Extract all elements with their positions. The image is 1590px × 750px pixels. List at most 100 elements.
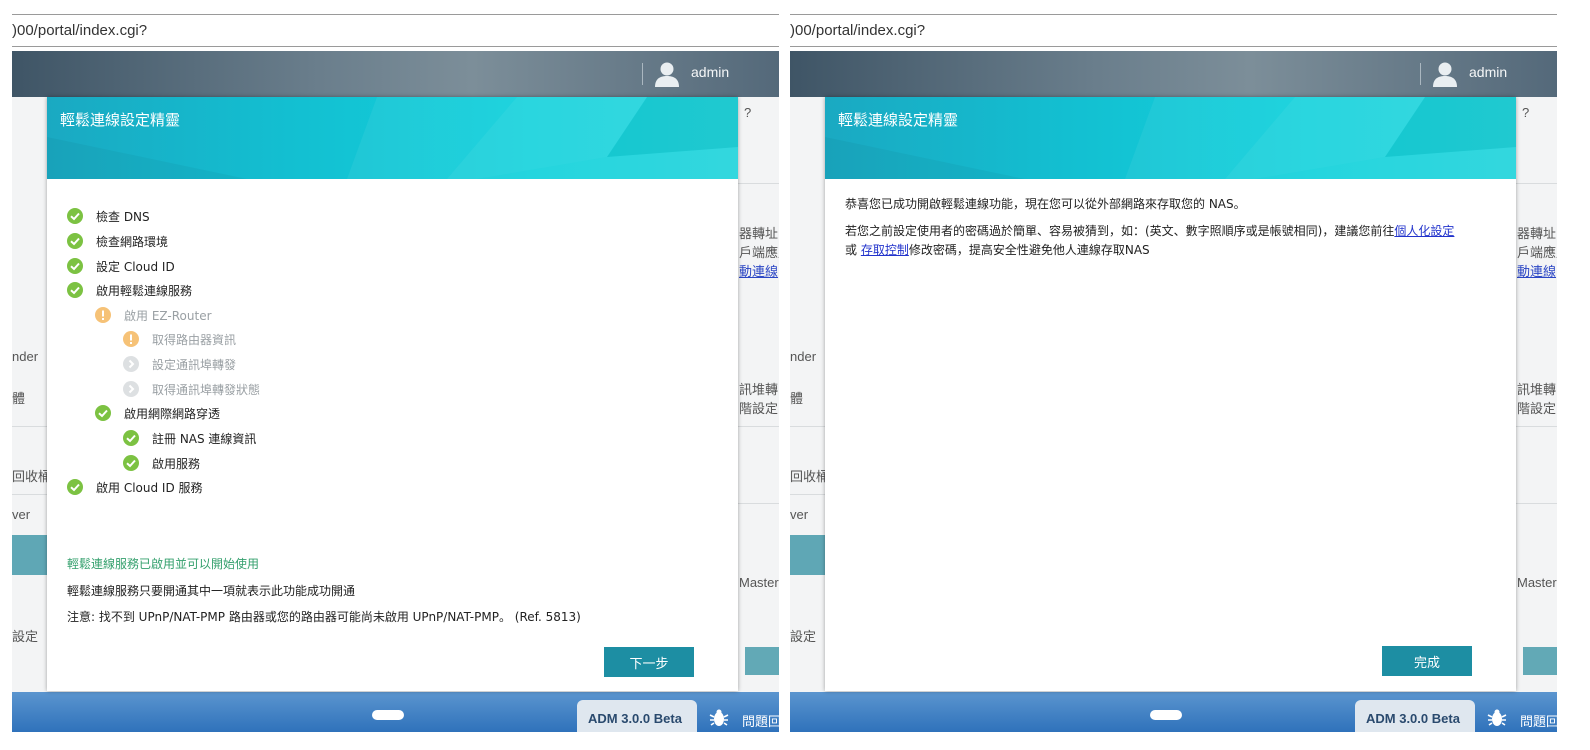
skipped-circle-icon xyxy=(123,381,139,397)
check-circle-icon xyxy=(95,405,111,421)
dialog-title: 輕鬆連線設定精靈 xyxy=(838,111,959,129)
step-label: 設定通訊埠轉發 xyxy=(152,358,237,372)
bg-side-label: 設定 xyxy=(790,629,817,644)
username[interactable]: admin xyxy=(691,64,729,80)
divider xyxy=(1516,183,1557,184)
bg-snippet: 器轉址 xyxy=(739,226,779,241)
adm-version-label[interactable]: ADM 3.0.0 Beta xyxy=(588,711,682,726)
check-circle-icon xyxy=(67,258,83,274)
warning-circle-icon xyxy=(95,307,111,323)
bg-selected-row xyxy=(12,535,47,575)
url-text[interactable]: )00/portal/index.cgi? xyxy=(12,22,147,39)
address-bar[interactable]: )00/portal/index.cgi? xyxy=(790,14,1557,47)
taskbar: ADM 3.0.0 Beta 問題回報 xyxy=(12,692,779,732)
dialog-header: 輕鬆連線設定精靈 xyxy=(825,97,1516,179)
bg-link[interactable]: 動連線 xyxy=(1517,261,1556,280)
step-label: 檢查 DNS xyxy=(96,210,150,224)
bg-side-label: 體 xyxy=(12,391,26,406)
address-bar[interactable]: )00/portal/index.cgi? xyxy=(12,14,779,47)
divider xyxy=(790,494,825,495)
bg-button xyxy=(1523,647,1557,675)
bg-snippet: 戶端應用 xyxy=(1517,245,1557,260)
bg-side-label: 體 xyxy=(790,391,804,406)
step-label: 啟用網際網路穿透 xyxy=(124,407,221,421)
finish-button[interactable]: 完成 xyxy=(1382,646,1472,676)
divider xyxy=(790,426,825,427)
top-bar: admin xyxy=(790,51,1557,97)
user-avatar-icon[interactable] xyxy=(653,60,681,88)
bg-side-label: ver xyxy=(790,507,809,522)
bug-report-icon[interactable] xyxy=(1487,708,1507,728)
divider xyxy=(738,426,779,427)
bg-snippet: Master xyxy=(739,575,779,590)
bug-report-label[interactable]: 問題回報 xyxy=(742,711,779,730)
check-circle-icon xyxy=(67,208,83,224)
step-label: 啟用 EZ-Router xyxy=(124,309,212,323)
step-label: 啟用輕鬆連線服務 xyxy=(96,284,193,298)
congrats-text: 恭喜您已成功開啟輕鬆連線功能，現在您可以從外部網路來存取您的 NAS。 xyxy=(845,197,1246,211)
topbar-divider xyxy=(1420,63,1421,85)
password-advice-text: 若您之前設定使用者的密碼過於簡單、容易被猜到，如：(英文、數字照順序或是帳號相同… xyxy=(845,222,1454,239)
bg-selected-row xyxy=(790,535,825,575)
taskbar-handle[interactable] xyxy=(1150,710,1182,720)
access-control-link[interactable]: 存取控制 xyxy=(861,243,909,257)
step-label: 啟用 Cloud ID 服務 xyxy=(96,481,203,495)
taskbar-handle[interactable] xyxy=(372,710,404,720)
bg-side-label: nder xyxy=(12,349,39,364)
user-avatar-icon[interactable] xyxy=(1431,60,1459,88)
check-circle-icon xyxy=(67,233,83,249)
divider xyxy=(1516,426,1557,427)
divider xyxy=(12,494,47,495)
divider xyxy=(738,503,779,504)
adm-version-label[interactable]: ADM 3.0.0 Beta xyxy=(1366,711,1460,726)
bg-snippet: 階設定 xyxy=(1517,401,1557,416)
username[interactable]: admin xyxy=(1469,64,1507,80)
note-message: 注意: 找不到 UPnP/NAT-PMP 路由器或您的路由器可能尚未啟用 UPn… xyxy=(67,610,581,624)
bg-snippet: 階設定 xyxy=(739,401,779,416)
warning-circle-icon xyxy=(123,331,139,347)
personal-settings-link[interactable]: 個人化設定 xyxy=(1394,224,1454,238)
dialog-title: 輕鬆連線設定精靈 xyxy=(60,111,181,129)
step-label: 取得通訊埠轉發狀態 xyxy=(152,383,261,397)
window-bottom xyxy=(12,732,779,750)
skipped-circle-icon xyxy=(123,356,139,372)
step-label: 啟用服務 xyxy=(152,457,201,471)
bg-snippet: 訊堆轉 xyxy=(739,382,779,397)
window-bottom xyxy=(790,732,1557,750)
step-label: 檢查網路環境 xyxy=(96,235,169,249)
taskbar: ADM 3.0.0 Beta 問題回報 xyxy=(790,692,1557,732)
check-circle-icon xyxy=(67,282,83,298)
check-circle-icon xyxy=(123,455,139,471)
bg-side-label: ver xyxy=(12,507,31,522)
bg-link[interactable]: 動連線 xyxy=(739,261,778,280)
help-icon: ? xyxy=(744,105,752,120)
help-icon: ? xyxy=(1522,105,1530,120)
step-label: 註冊 NAS 連線資訊 xyxy=(152,432,257,446)
step-label: 取得路由器資訊 xyxy=(152,333,237,347)
browser-window-right: )00/portal/index.cgi? admin ? 器轉址 戶端應用 動… xyxy=(790,0,1557,750)
success-message: 輕鬆連線服務已啟用並可以開始使用 xyxy=(67,557,260,571)
ez-connect-wizard-dialog: 輕鬆連線設定精靈 檢查 DNS 檢查網路環境 設定 Cloud ID 啟用輕鬆連… xyxy=(47,97,738,691)
bg-snippet: 戶端應用 xyxy=(739,245,779,260)
bg-side-label: 回收桶 xyxy=(12,469,52,484)
check-circle-icon xyxy=(67,479,83,495)
bg-button xyxy=(745,647,779,675)
url-text[interactable]: )00/portal/index.cgi? xyxy=(790,22,925,39)
bug-report-label[interactable]: 問題回報 xyxy=(1520,711,1557,730)
info-message: 輕鬆連線服務只要開通其中一項就表示此功能成功開通 xyxy=(67,584,356,598)
bg-snippet: 訊堆轉 xyxy=(1517,382,1557,397)
bg-snippet: Master xyxy=(1517,575,1557,590)
advice-or: 或 xyxy=(845,243,858,257)
bug-report-icon[interactable] xyxy=(709,708,729,728)
check-circle-icon xyxy=(123,430,139,446)
browser-window-left: )00/portal/index.cgi? admin ? 器轉址 戶端應用 動… xyxy=(12,0,779,750)
divider xyxy=(738,183,779,184)
dialog-header: 輕鬆連線設定精靈 xyxy=(47,97,738,179)
divider xyxy=(1516,503,1557,504)
divider xyxy=(12,426,47,427)
advice-prefix: 若您之前設定使用者的密碼過於簡單、容易被猜到，如：(英文、數字照順序或是帳號相同… xyxy=(845,224,1395,238)
next-button[interactable]: 下一步 xyxy=(604,647,694,677)
advice-suffix: 修改密碼，提高安全性避免他人連線存取NAS xyxy=(908,243,1150,257)
password-advice-text-2: 或 存取控制修改密碼，提高安全性避免他人連線存取NAS xyxy=(845,241,1150,258)
bg-side-label: nder xyxy=(790,349,817,364)
